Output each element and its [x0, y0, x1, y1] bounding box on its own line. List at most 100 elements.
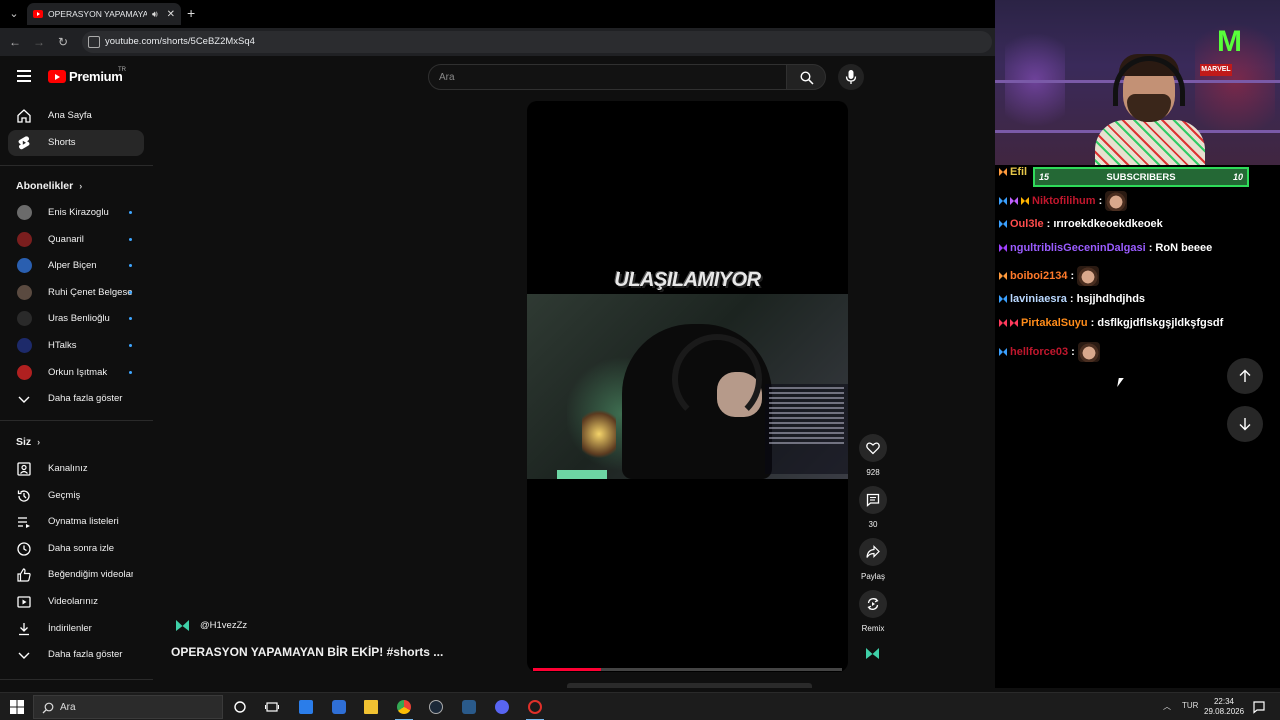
chat-username[interactable]: Efil — [1010, 166, 1027, 178]
chat-badge-icon — [999, 220, 1007, 228]
sidebar-item-your-videos[interactable]: Videolarınız — [8, 589, 144, 615]
shorts-player[interactable]: ULAŞILAMIYOR — [527, 101, 848, 672]
comment-action[interactable]: 30 — [859, 486, 887, 529]
taskbar-search-label: Ara — [60, 702, 76, 713]
channel-handle[interactable]: @H1vezZz — [200, 620, 247, 631]
back-button[interactable]: ← — [7, 34, 23, 50]
sidebar-item-show-more[interactable]: Daha fazla göster — [8, 386, 144, 412]
like-button[interactable] — [859, 434, 887, 462]
sidebar-item-subscription[interactable]: HTalks — [8, 333, 144, 359]
sidebar-item-subscription[interactable]: Ruhi Çenet Belgeselleri — [8, 280, 144, 306]
like-action[interactable]: 928 — [859, 434, 887, 477]
channel-icon — [17, 462, 31, 476]
arrow-up-icon — [1239, 369, 1251, 382]
chat-message: hellforce03 : — [999, 342, 1100, 362]
channel-logo-icon[interactable] — [865, 646, 880, 661]
close-tab-icon[interactable]: ✕ — [167, 9, 175, 20]
remix-button[interactable] — [859, 590, 887, 618]
search-input[interactable]: Ara — [428, 64, 787, 90]
chat-username[interactable]: PirtakalSuyu — [1021, 317, 1088, 329]
sidebar-item-subscription[interactable]: Alper Biçen — [8, 253, 144, 279]
sidebar-item-history[interactable]: Geçmiş — [8, 483, 144, 509]
sidebar-item-subscription[interactable]: Enis Kirazoglu — [8, 200, 144, 226]
discord-icon[interactable] — [495, 700, 509, 714]
comment-count: 30 — [868, 520, 878, 529]
url-field[interactable]: youtube.com/shorts/5CeBZ2MxSq4 — [82, 31, 992, 53]
language-indicator[interactable]: TUR — [1182, 701, 1198, 710]
chat-badge-icon — [1010, 197, 1018, 205]
cortana-icon[interactable] — [233, 700, 247, 714]
channel-avatar — [17, 365, 32, 380]
voice-search-button[interactable] — [838, 64, 864, 90]
outlook-icon[interactable] — [332, 700, 346, 714]
obs-icon[interactable] — [528, 700, 542, 714]
video-progress-fill — [533, 668, 601, 671]
chat-message-text: : hsjjhdhdjhds — [1069, 293, 1146, 305]
hamburger-menu-icon[interactable] — [17, 70, 31, 82]
channel-avatar-icon[interactable] — [175, 618, 190, 633]
sidebar-item-your-channel[interactable]: Kanalınız — [8, 456, 144, 482]
windows-start-icon[interactable] — [10, 700, 24, 714]
you-heading[interactable]: Siz › — [16, 436, 40, 448]
chat-message-text: : — [1070, 270, 1075, 282]
sidebar-item-show-more[interactable]: Daha fazla göster — [8, 642, 144, 668]
search-button[interactable] — [786, 64, 826, 90]
reload-button[interactable]: ↻ — [55, 34, 71, 50]
chevron-down-icon — [18, 396, 30, 403]
speaker-icon[interactable]: 🔊︎ — [152, 9, 158, 20]
task-view-icon[interactable] — [265, 700, 279, 714]
chat-username[interactable]: hellforce03 — [1010, 346, 1068, 358]
share-button[interactable] — [859, 538, 887, 566]
chat-message-text: : — [1098, 195, 1103, 207]
chat-username[interactable]: Niktofilihum — [1032, 195, 1096, 207]
site-info-icon[interactable] — [88, 36, 100, 48]
channel-info[interactable]: @H1vezZz — [175, 618, 247, 633]
video-title[interactable]: OPERASYON YAPAMAYAN BİR EKİP! #shorts ..… — [171, 645, 443, 659]
notifications-icon[interactable] — [1252, 700, 1266, 714]
sidebar-item-home[interactable]: Ana Sayfa — [8, 103, 144, 129]
sidebar-item-liked-videos[interactable]: Beğendiğim videolar — [8, 562, 144, 588]
comment-button[interactable] — [859, 486, 887, 514]
scroll-up-button[interactable] — [1227, 358, 1263, 394]
remix-action[interactable]: Remix — [859, 590, 887, 633]
chat-emote-icon — [1105, 191, 1128, 211]
sidebar-item-label: Uras Benlioğlu — [48, 313, 110, 324]
subscriptions-heading[interactable]: Abonelikler › — [16, 180, 82, 192]
tray-expand-icon[interactable]: ︿ — [1163, 701, 1171, 712]
sidebar-item-downloads[interactable]: İndirilenler — [8, 616, 144, 642]
chat-username[interactable]: Oul3le — [1010, 218, 1044, 230]
sidebar-item-watch-later[interactable]: Daha sonra izle — [8, 536, 144, 562]
tab-search-chevron-icon[interactable]: ⌄ — [6, 6, 22, 22]
share-icon — [866, 545, 880, 558]
chat-username[interactable]: ngultriblisGeceninDalgasi — [1010, 242, 1146, 254]
chat-username[interactable]: laviniaesra — [1010, 293, 1067, 305]
next-short-peek — [567, 683, 812, 688]
stream-chat-overlay — [765, 384, 848, 474]
sidebar-item-subscription[interactable]: Orkun Işıtmak — [8, 360, 144, 386]
sidebar-item-playlists[interactable]: Oynatma listeleri — [8, 509, 144, 535]
subscriptions-heading-label: Abonelikler — [16, 180, 74, 192]
browser-tab[interactable]: OPERASYON YAPAMAYAN BİR EKİP! #shorts ..… — [27, 3, 181, 25]
sidebar-item-shorts[interactable]: Shorts — [8, 130, 144, 156]
new-content-dot — [129, 344, 132, 347]
clock[interactable]: 22:34 29.08.2026 — [1204, 697, 1244, 717]
chat-badge-icon — [999, 319, 1007, 327]
channel-avatar — [17, 311, 32, 326]
app-icon-gear[interactable] — [462, 700, 476, 714]
steam-icon[interactable] — [429, 700, 443, 714]
chat-username[interactable]: boiboi2134 — [1010, 270, 1067, 282]
forward-button[interactable]: → — [31, 34, 47, 50]
chat-badge-icon — [999, 197, 1007, 205]
app-icon-blue[interactable] — [299, 700, 313, 714]
youtube-logo[interactable]: Premium — [48, 69, 123, 84]
sidebar-item-subscription[interactable]: Quanaril — [8, 227, 144, 253]
new-tab-button[interactable]: + — [187, 5, 195, 21]
share-action[interactable]: Paylaş — [859, 538, 887, 581]
sidebar-item-subscription[interactable]: Uras Benlioğlu — [8, 306, 144, 332]
chrome-icon[interactable] — [397, 700, 411, 714]
taskbar-search-input[interactable]: Ara — [33, 695, 223, 719]
file-explorer-icon[interactable] — [364, 700, 378, 714]
video-progress-bar[interactable] — [533, 668, 842, 671]
sidebar-item-label: Shorts — [48, 137, 76, 148]
scroll-down-button[interactable] — [1227, 406, 1263, 442]
